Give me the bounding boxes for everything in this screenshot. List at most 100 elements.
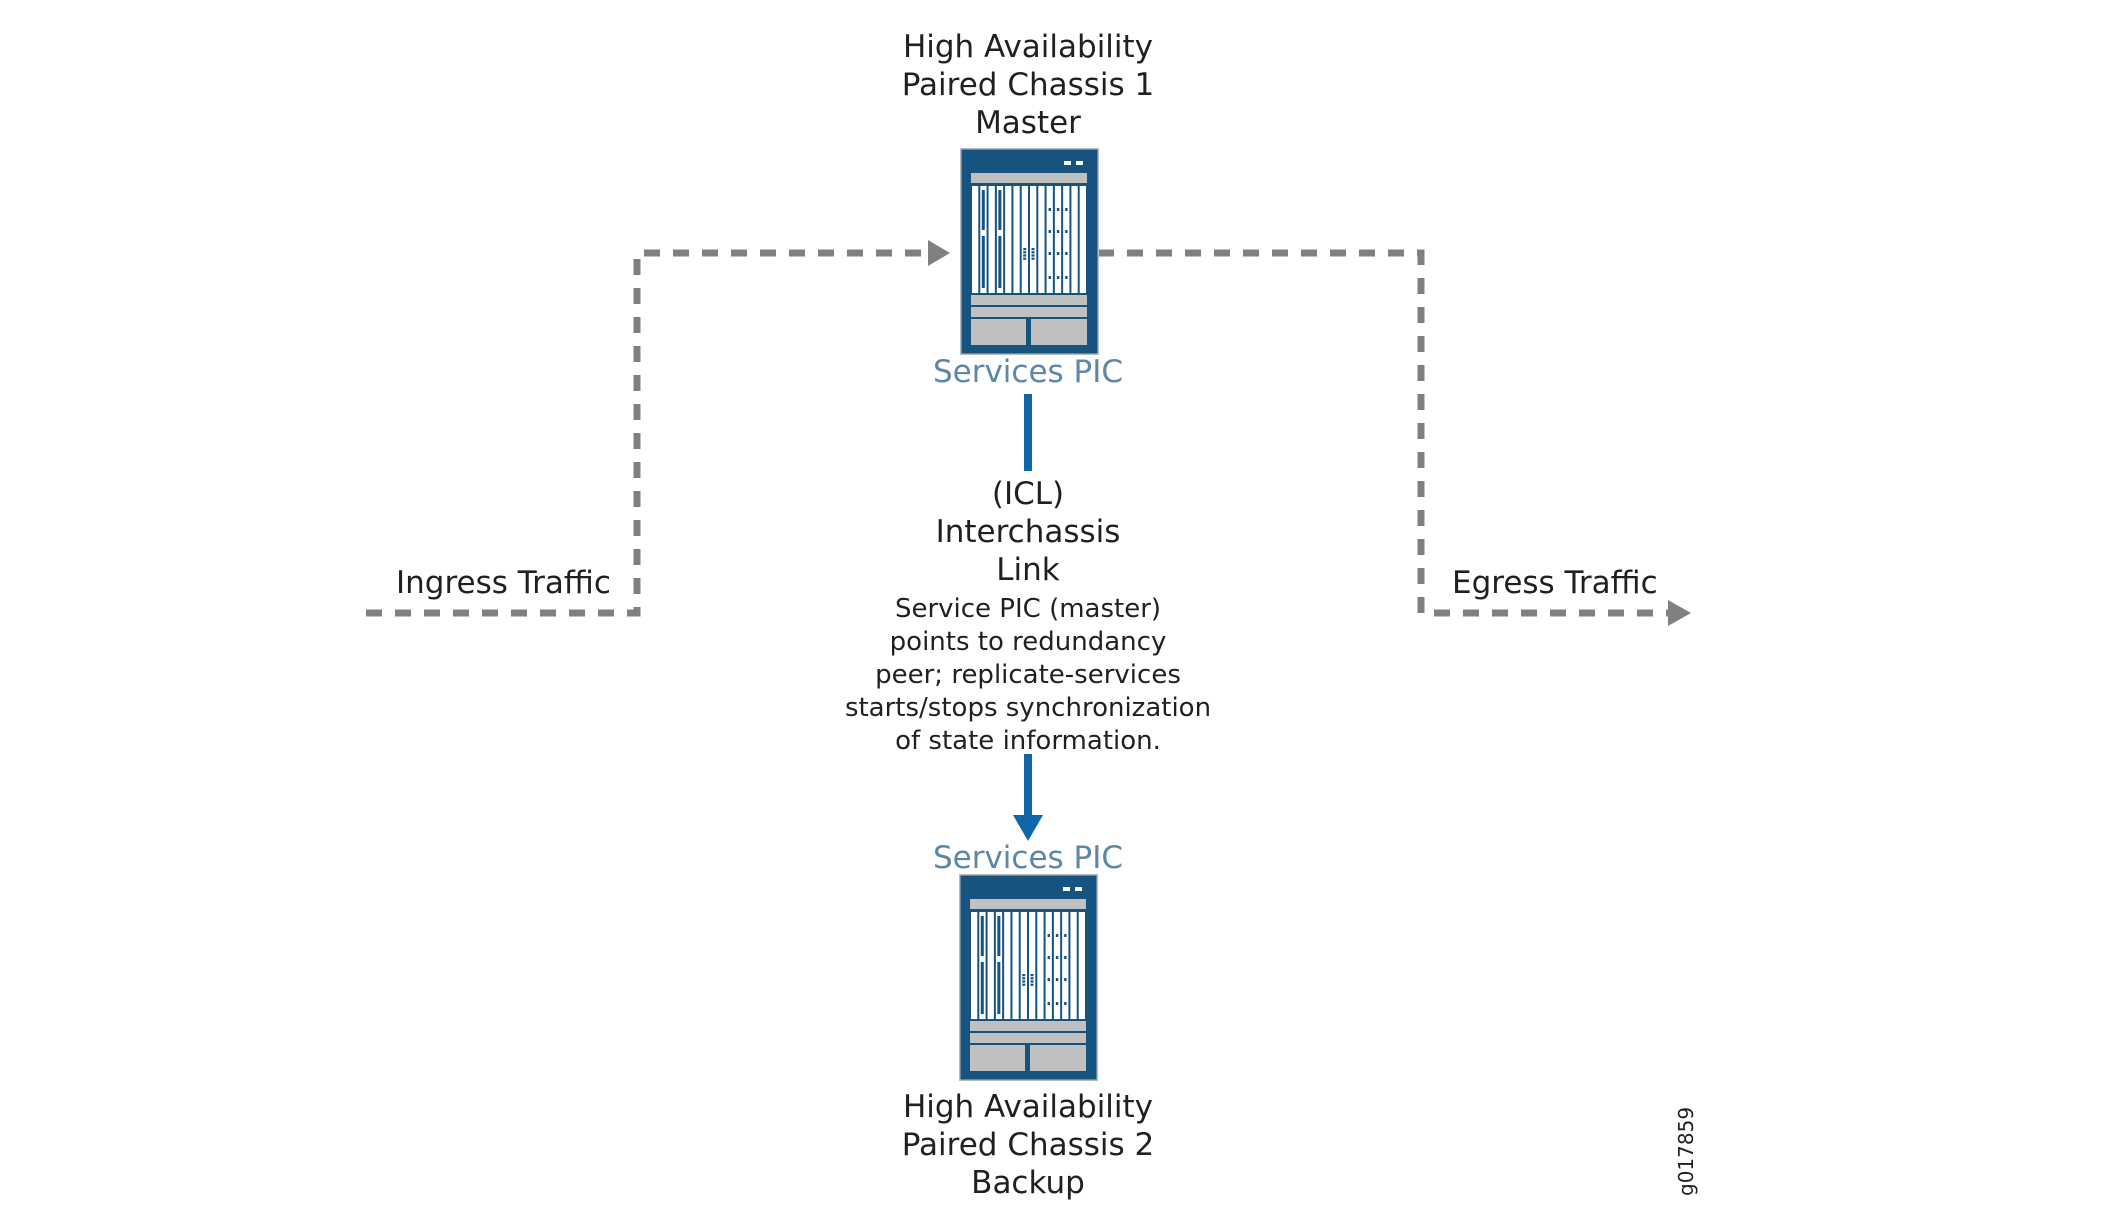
ingress-traffic-label: Ingress Traffic xyxy=(396,565,611,601)
chassis-slot xyxy=(987,912,994,1019)
chassis-led xyxy=(1063,887,1070,891)
chassis-bay xyxy=(1030,1045,1086,1071)
slot-detail xyxy=(1023,248,1027,251)
slot-detail xyxy=(1048,276,1051,279)
chassis-master-title-line: High Availability xyxy=(902,29,1154,65)
chassis-led xyxy=(1064,161,1071,165)
chassis-slot xyxy=(1013,186,1020,293)
egress-traffic-path xyxy=(1098,249,1670,617)
slot-detail xyxy=(1048,208,1051,211)
chassis-master-title-line: Master xyxy=(975,105,1081,141)
chassis-slot xyxy=(988,186,995,293)
chassis-led xyxy=(1076,161,1083,165)
ingress-arrowhead-icon xyxy=(928,240,950,266)
chassis-master-title: High Availability Paired Chassis 1 Maste… xyxy=(878,28,1178,142)
slot-detail xyxy=(1065,252,1068,255)
chassis-top-panel xyxy=(971,173,1087,183)
chassis-slot xyxy=(1078,912,1085,1019)
chassis-slot xyxy=(1004,912,1011,1019)
slot-detail xyxy=(1047,934,1050,937)
slot-detail xyxy=(1048,252,1051,255)
chassis-led xyxy=(1075,887,1082,891)
slot-detail xyxy=(1064,934,1067,937)
slot-detail xyxy=(1047,956,1050,959)
slot-detail xyxy=(1064,956,1067,959)
ingress-traffic-path xyxy=(366,249,930,617)
chassis-master-title-line: Paired Chassis 1 xyxy=(901,67,1155,103)
slot-detail xyxy=(997,916,1001,956)
slot-detail xyxy=(1022,980,1026,983)
slot-detail xyxy=(1064,1002,1067,1005)
services-pic-label-backup: Services PIC xyxy=(932,840,1124,876)
chassis-bay xyxy=(1031,319,1087,345)
chassis-slot xyxy=(1021,186,1028,293)
chassis-slot xyxy=(1012,912,1019,1019)
slot-detail xyxy=(1047,1002,1050,1005)
router-chassis-icon xyxy=(959,874,1098,1081)
slot-detail xyxy=(980,916,984,956)
router-chassis-icon xyxy=(960,148,1099,355)
slot-detail xyxy=(1031,248,1035,251)
chassis-slot xyxy=(1038,186,1045,293)
chassis-slot xyxy=(1020,912,1027,1019)
slot-detail xyxy=(1056,208,1060,211)
slot-detail xyxy=(1065,276,1068,279)
chassis-backup-title: High Availability Paired Chassis 2 Backu… xyxy=(878,1088,1178,1202)
slot-detail xyxy=(1056,230,1060,233)
slot-detail xyxy=(1022,983,1026,986)
chassis-slot xyxy=(1005,186,1012,293)
slot-detail xyxy=(998,190,1002,230)
chassis-panel xyxy=(971,295,1087,305)
icl-label-line: (ICL) xyxy=(991,476,1065,512)
slot-detail xyxy=(980,962,984,1014)
slot-detail xyxy=(1031,254,1035,257)
icl-description-line: Service PIC (master) xyxy=(894,594,1162,624)
slot-detail xyxy=(998,236,1002,288)
slot-detail xyxy=(1030,980,1034,983)
slot-detail xyxy=(1055,934,1059,937)
icl-label: (ICL) Interchassis Link xyxy=(878,475,1178,589)
slot-detail xyxy=(1023,257,1027,260)
chassis-backup-title-line: Paired Chassis 2 xyxy=(901,1127,1155,1163)
icl-label-line: Link xyxy=(996,552,1060,588)
icl-description-line: of state information. xyxy=(895,726,1161,756)
chassis-slot xyxy=(1030,186,1037,293)
services-pic-label-master: Services PIC xyxy=(932,354,1124,390)
slot-detail xyxy=(981,190,985,230)
chassis-backup-title-line: Backup xyxy=(971,1165,1085,1201)
chassis-slot xyxy=(1079,186,1086,293)
slot-detail xyxy=(1048,230,1051,233)
icl-description: Service PIC (master) points to redundanc… xyxy=(828,593,1228,758)
chassis-top-panel xyxy=(970,899,1086,909)
icl-description-line: starts/stops synchronization xyxy=(844,693,1212,723)
slot-detail xyxy=(981,236,985,288)
chassis-slot xyxy=(1029,912,1036,1019)
slot-detail xyxy=(1065,208,1068,211)
slot-detail xyxy=(1064,978,1067,981)
slot-detail xyxy=(997,962,1001,1014)
egress-arrowhead-icon xyxy=(1668,600,1691,626)
chassis-slot xyxy=(971,912,978,1019)
figure-id: g017859 xyxy=(1674,1106,1698,1196)
slot-detail xyxy=(1030,974,1034,977)
slot-detail xyxy=(1055,978,1059,981)
slot-detail xyxy=(1055,956,1059,959)
icl-arrowhead-icon xyxy=(1013,815,1043,841)
chassis-bay xyxy=(971,319,1026,345)
slot-detail xyxy=(1031,251,1035,254)
chassis-panel xyxy=(970,1021,1086,1031)
slot-detail xyxy=(1056,252,1060,255)
chassis-slot xyxy=(1037,912,1044,1019)
icl-description-line: points to redundancy xyxy=(889,627,1167,657)
slot-detail xyxy=(1047,978,1050,981)
slot-detail xyxy=(1023,254,1027,257)
slot-detail xyxy=(1031,257,1035,260)
chassis-slot xyxy=(972,186,979,293)
slot-detail xyxy=(1030,977,1034,980)
icl-description-line: peer; replicate-services xyxy=(875,660,1181,690)
icl-label-line: Interchassis xyxy=(935,514,1121,550)
slot-detail xyxy=(1055,1002,1059,1005)
slot-detail xyxy=(1022,974,1026,977)
slot-detail xyxy=(1065,230,1068,233)
chassis-bay xyxy=(970,1045,1025,1071)
